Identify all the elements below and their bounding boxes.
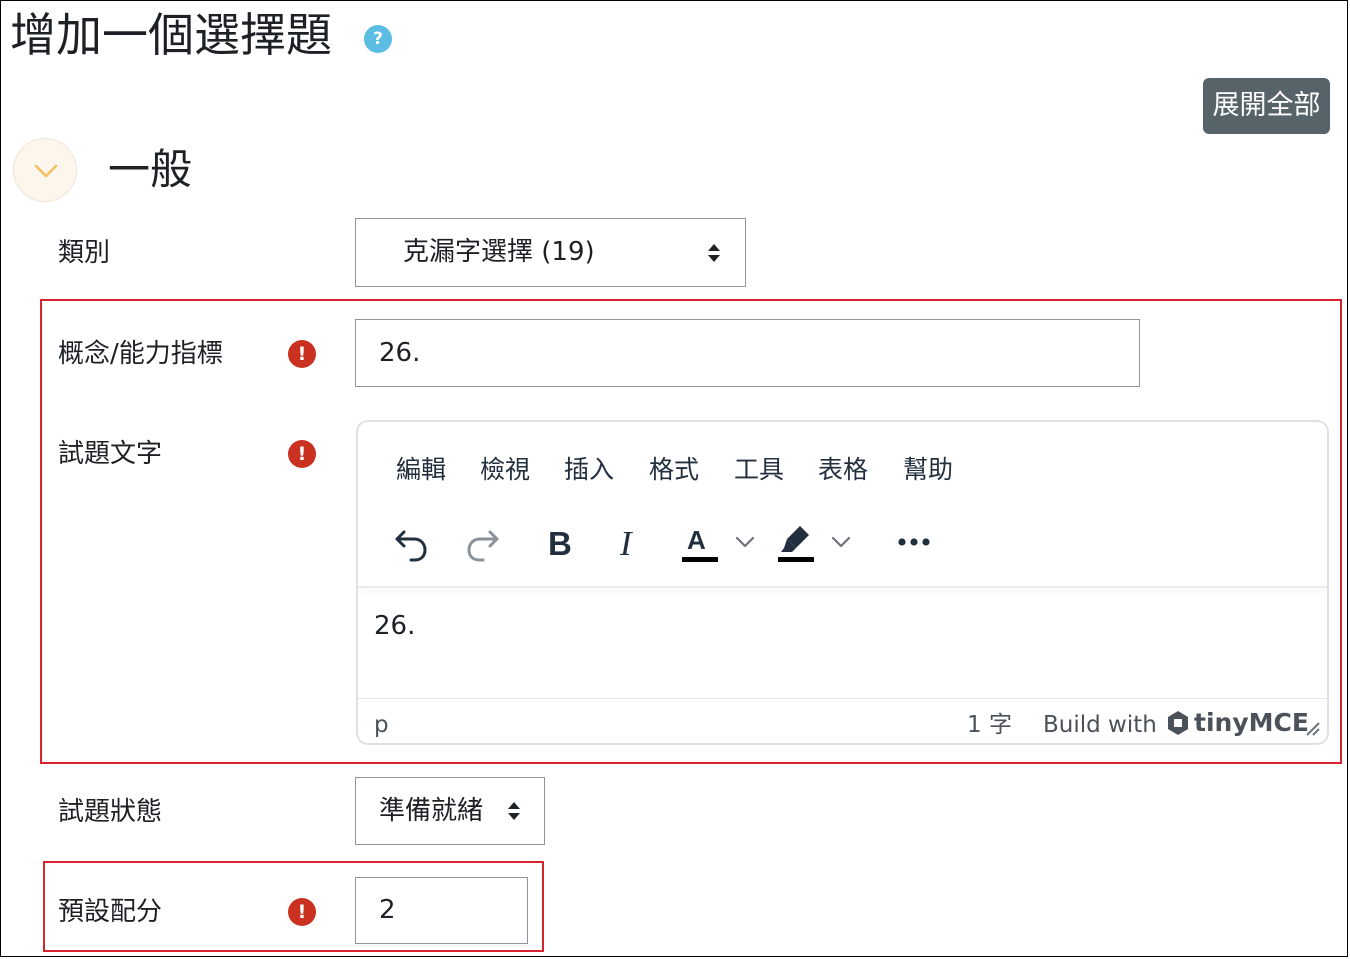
tinymce-logo-icon bbox=[1168, 711, 1188, 735]
text-color-icon: A bbox=[687, 525, 706, 555]
editor-content-area[interactable]: 26. bbox=[374, 608, 415, 644]
concept-value: 26. bbox=[379, 338, 421, 368]
menu-help[interactable]: 幫助 bbox=[903, 452, 953, 488]
help-icon[interactable]: ? bbox=[364, 25, 392, 53]
default-mark-label: 預設配分 bbox=[58, 897, 163, 927]
resize-handle-icon[interactable] bbox=[1303, 719, 1321, 737]
highlight-color-icon bbox=[781, 526, 809, 552]
status-label: 試題狀態 bbox=[58, 797, 163, 827]
menu-edit[interactable]: 編輯 bbox=[396, 452, 446, 488]
more-icon bbox=[898, 538, 930, 546]
required-icon: ! bbox=[288, 440, 316, 468]
expand-all-button[interactable]: 展開全部 bbox=[1203, 78, 1330, 134]
status-value: 準備就緒 bbox=[379, 796, 484, 826]
branding-name[interactable]: tinyMCE bbox=[1194, 707, 1309, 739]
menu-view[interactable]: 檢視 bbox=[480, 452, 530, 488]
concept-label: 概念/能力指標 bbox=[58, 339, 223, 369]
text-color-button[interactable]: A bbox=[680, 522, 720, 566]
required-icon: ! bbox=[288, 340, 316, 368]
select-arrows-icon bbox=[708, 244, 720, 262]
rich-text-editor: 編輯 檢視 插入 格式 工具 表格 幫助 B I A 26. p 1 字 Bui… bbox=[356, 420, 1329, 745]
chevron-down-icon bbox=[34, 164, 58, 178]
concept-input[interactable]: 26. bbox=[355, 319, 1140, 387]
default-mark-value: 2 bbox=[379, 895, 396, 925]
text-color-dropdown[interactable] bbox=[734, 522, 758, 566]
chevron-down-icon bbox=[735, 536, 755, 548]
undo-button[interactable] bbox=[392, 522, 436, 566]
redo-icon bbox=[467, 530, 499, 562]
default-mark-input[interactable]: 2 bbox=[355, 877, 528, 944]
menu-table[interactable]: 表格 bbox=[818, 452, 868, 488]
chevron-down-icon bbox=[831, 536, 851, 548]
undo-icon bbox=[395, 530, 427, 562]
highlight-color-button[interactable] bbox=[776, 522, 816, 566]
select-arrows-icon bbox=[508, 802, 520, 820]
section-collapse-toggle[interactable] bbox=[13, 138, 77, 202]
page-title: 增加一個選擇題 bbox=[10, 8, 332, 62]
status-select[interactable]: 準備就緒 bbox=[355, 777, 545, 845]
highlight-color-dropdown[interactable] bbox=[830, 522, 854, 566]
more-button[interactable] bbox=[892, 522, 936, 566]
menu-insert[interactable]: 插入 bbox=[564, 452, 614, 488]
word-count[interactable]: 1 字 bbox=[967, 709, 1012, 741]
category-label: 類別 bbox=[58, 238, 111, 268]
editor-statusbar: p 1 字 Build with tinyMCE bbox=[358, 698, 1327, 743]
italic-button[interactable]: I bbox=[620, 522, 656, 566]
category-select[interactable]: 克漏字選擇 (19) bbox=[355, 218, 746, 287]
question-text-label: 試題文字 bbox=[58, 439, 163, 469]
bold-button[interactable]: B bbox=[548, 522, 588, 566]
redo-button[interactable] bbox=[462, 522, 506, 566]
menu-format[interactable]: 格式 bbox=[649, 452, 699, 488]
status-path[interactable]: p bbox=[374, 709, 389, 741]
text-color-swatch bbox=[682, 557, 718, 562]
category-value: 克漏字選擇 (19) bbox=[403, 237, 595, 267]
branding-prefix[interactable]: Build with bbox=[1043, 709, 1157, 741]
required-icon: ! bbox=[288, 898, 316, 926]
highlight-color-swatch bbox=[778, 557, 814, 562]
menu-tools[interactable]: 工具 bbox=[734, 452, 784, 488]
toolbar-divider bbox=[358, 586, 1327, 588]
section-title: 一般 bbox=[108, 145, 193, 194]
